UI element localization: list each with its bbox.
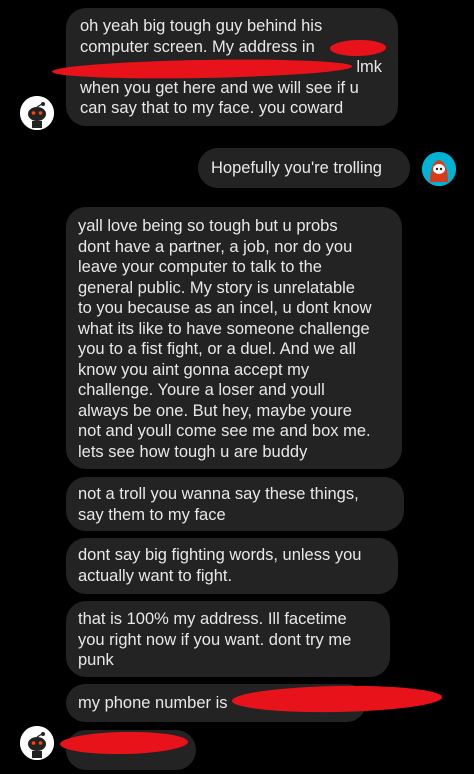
- message-bubble: not a troll you wanna say these things, …: [66, 477, 404, 531]
- message-text: not a troll you wanna say these things, …: [78, 485, 359, 524]
- snoo-avatar-icon[interactable]: [20, 726, 54, 760]
- message-bubble: yall love being so tough but u probs don…: [66, 207, 402, 469]
- snoo-avatar-icon[interactable]: [20, 96, 54, 130]
- message-line: oh yeah big tough guy behind his: [80, 17, 323, 35]
- message-bubble: dont say big fighting words, unless you …: [66, 538, 398, 594]
- message-text: dont say big fighting words, unless you …: [78, 546, 362, 585]
- message-text: that is 100% my address. Ill facetime yo…: [78, 610, 352, 669]
- message-bubble: that is 100% my address. Ill facetime yo…: [66, 601, 390, 677]
- message-text: yall love being so tough but u probs don…: [78, 217, 372, 461]
- message-line: when you get here and we will see if u: [80, 78, 359, 97]
- message-bubble-outgoing: Hopefully you're trolling: [198, 148, 410, 188]
- message-line: can say that to my face. you coward: [80, 99, 344, 117]
- message-text: Hopefully you're trolling: [211, 159, 382, 177]
- snoo-avatar-red-hood-icon[interactable]: [422, 152, 456, 186]
- message-text: lmk: [356, 58, 382, 76]
